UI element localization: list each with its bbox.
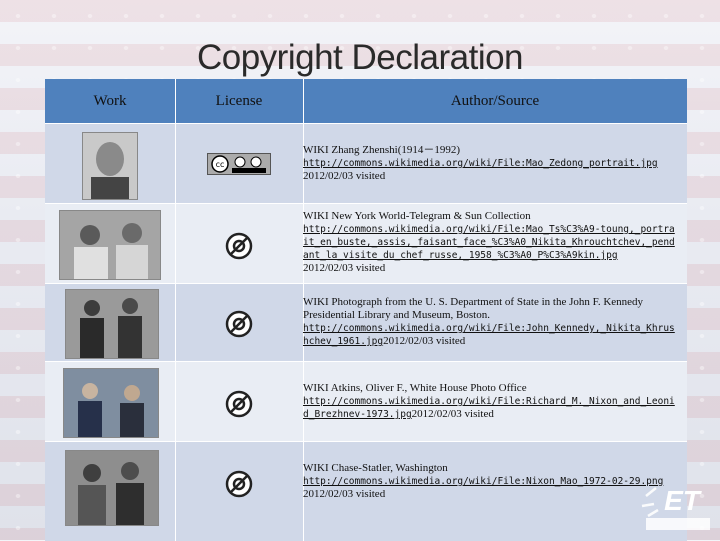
- license-cell: [175, 232, 303, 260]
- table-header: Work License Author/Source: [45, 79, 687, 123]
- table-row: WIKI New York World-Telegram & Sun Colle…: [45, 203, 687, 284]
- org-logo-icon: ET: [641, 485, 710, 530]
- table-row: WIKI Photograph from the U. S. Departmen…: [45, 283, 687, 362]
- kennedy-khrushchev-image: [65, 289, 159, 359]
- mao-khrushchev-image: [59, 210, 161, 280]
- public-domain-icon[interactable]: [225, 390, 253, 418]
- source-text: WIKI Zhang Zhenshi(1914－1992) http://com…: [303, 144, 658, 182]
- header-source: Author/Source: [450, 93, 540, 109]
- license-cell: [175, 390, 303, 418]
- svg-text:cc: cc: [216, 160, 225, 169]
- source-link[interactable]: http://commons.wikimedia.org/wiki/File:N…: [303, 476, 663, 487]
- table-row: WIKI Chase-Statler, Washington http://co…: [45, 441, 687, 541]
- svg-text:ET: ET: [664, 485, 703, 516]
- source-text: WIKI Atkins, Oliver F., White House Phot…: [303, 382, 675, 420]
- public-domain-icon[interactable]: [225, 232, 253, 260]
- license-cell: [175, 310, 303, 338]
- table-row: cc WIKI Zhang Zhenshi(1914－1992) http://…: [45, 123, 687, 204]
- source-link[interactable]: http://commons.wikimedia.org/wiki/File:M…: [303, 158, 658, 169]
- source-text: WIKI Photograph from the U. S. Departmen…: [303, 296, 675, 347]
- public-domain-icon[interactable]: [225, 310, 253, 338]
- table-row: WIKI Atkins, Oliver F., White House Phot…: [45, 361, 687, 442]
- header-work: Work: [93, 93, 127, 109]
- license-cell: cc: [175, 152, 303, 176]
- source-link[interactable]: http://commons.wikimedia.org/wiki/File:M…: [303, 224, 675, 261]
- license-cell: [175, 470, 303, 498]
- source-text: WIKI New York World-Telegram & Sun Colle…: [303, 210, 675, 274]
- page-title: Copyright Declaration: [196, 38, 524, 77]
- nixon-mao-image: [65, 450, 159, 526]
- nixon-brezhnev-image: [63, 368, 159, 438]
- public-domain-icon[interactable]: [225, 470, 253, 498]
- source-link[interactable]: http://commons.wikimedia.org/wiki/File:J…: [303, 323, 675, 347]
- source-text: WIKI Chase-Statler, Washington http://co…: [303, 462, 664, 500]
- header-license: License: [215, 93, 263, 109]
- cc-by-sa-icon[interactable]: cc: [207, 153, 271, 175]
- mao-portrait-image: [82, 132, 138, 200]
